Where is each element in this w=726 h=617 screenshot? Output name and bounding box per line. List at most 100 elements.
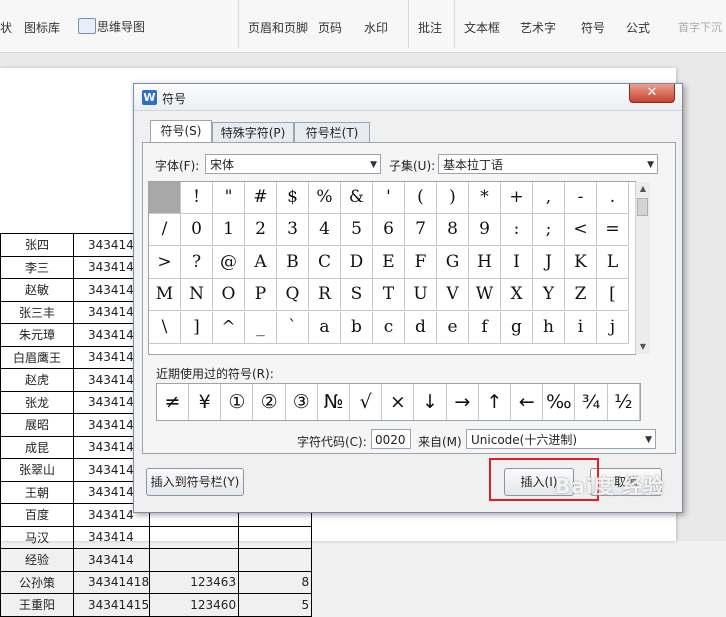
symbol-cell[interactable]: $ (277, 182, 309, 214)
recent-symbol-cell[interactable]: √ (350, 384, 383, 420)
symbol-cell[interactable]: ` (277, 311, 309, 344)
symbol-cell[interactable]: ? (181, 246, 213, 279)
subset-select[interactable]: 基本拉丁语 ▼ (438, 154, 658, 174)
symbol-cell[interactable]: 8 (437, 214, 469, 247)
row-name-cell[interactable]: 张翠山 (0, 458, 74, 482)
row-qty-cell[interactable] (238, 525, 313, 549)
row-name-cell[interactable]: 白眉鹰王 (0, 345, 74, 369)
dialog-titlebar[interactable]: W 符号 ✕ (134, 84, 682, 111)
recent-symbol-cell[interactable]: × (382, 384, 415, 420)
symbol-cell[interactable]: 2 (245, 214, 277, 247)
row-qty-cell[interactable]: 5 (238, 593, 313, 617)
symbol-cell[interactable]: U (405, 279, 437, 312)
scroll-down-arrow-icon[interactable]: ▼ (636, 340, 650, 354)
row-name-cell[interactable]: 公孙策 (0, 570, 74, 594)
symbol-cell[interactable]: R (309, 279, 341, 312)
symbol-cell[interactable]: E (373, 246, 405, 279)
symbol-cell[interactable]: 9 (469, 214, 501, 247)
symbol-cell[interactable]: " (213, 182, 245, 214)
symbol-cell[interactable]: , (533, 182, 565, 214)
symbol-cell[interactable]: h (533, 311, 565, 344)
symbol-cell[interactable]: b (341, 311, 373, 344)
symbol-cell[interactable]: C (309, 246, 341, 279)
ribbon-item-symbol[interactable]: 符号 (581, 19, 605, 36)
ribbon-item-mindmap[interactable]: 思维导图 (97, 18, 145, 35)
symbol-cell[interactable]: T (373, 279, 405, 312)
symbol-cell[interactable]: 0 (181, 214, 213, 247)
row-name-cell[interactable]: 张四 (0, 233, 74, 257)
symbol-cell[interactable]: \ (149, 311, 181, 344)
tab-special-characters[interactable]: 特殊字符(P) (212, 122, 294, 143)
row-number-cell[interactable] (149, 548, 240, 572)
symbol-grid-scrollbar[interactable]: ▲ ▼ (635, 182, 650, 354)
symbol-cell[interactable]: X (501, 279, 533, 312)
symbol-cell[interactable]: ! (181, 182, 213, 214)
row-number-cell[interactable] (149, 525, 240, 549)
symbol-cell[interactable]: 6 (373, 214, 405, 247)
ribbon-item-header-footer[interactable]: 页眉和页脚 (248, 19, 308, 36)
row-name-cell[interactable]: 百度 (0, 503, 74, 527)
symbol-cell[interactable]: P (245, 279, 277, 312)
recent-symbol-cell[interactable]: → (447, 384, 479, 420)
symbol-cell[interactable]: 5 (341, 214, 373, 247)
ribbon-item-formula[interactable]: 公式 (626, 19, 650, 36)
insert-to-symbol-bar-button[interactable]: 插入到符号栏(Y) (146, 468, 244, 496)
symbol-cell[interactable]: & (341, 182, 373, 214)
row-code-cell[interactable]: 34341415 (72, 593, 151, 617)
symbol-cell[interactable]: ( (405, 182, 437, 214)
row-name-cell[interactable]: 李三 (0, 255, 74, 279)
symbol-cell[interactable]: . (597, 182, 629, 214)
symbol-cell[interactable]: [ (597, 279, 629, 312)
symbol-cell[interactable]: / (149, 214, 181, 247)
font-select[interactable]: 宋体 ▼ (205, 154, 381, 174)
row-code-cell[interactable]: 343414 (72, 525, 151, 549)
symbol-cell[interactable]: i (565, 311, 597, 344)
symbol-cell[interactable]: % (309, 182, 341, 214)
symbol-cell[interactable]: 3 (277, 214, 309, 247)
symbol-cell[interactable]: L (597, 246, 629, 279)
symbol-cell[interactable]: D (341, 246, 373, 279)
row-code-cell[interactable]: 343414 (72, 548, 151, 572)
row-name-cell[interactable]: 朱元璋 (0, 323, 74, 347)
symbol-cell[interactable]: S (341, 279, 373, 312)
charcode-input[interactable]: 0020 (371, 429, 411, 449)
tab-symbol-bar[interactable]: 符号栏(T) (294, 122, 370, 143)
symbol-cell[interactable]: A (245, 246, 277, 279)
symbol-cell[interactable]: c (373, 311, 405, 344)
ribbon-item-textbox[interactable]: 文本框 (464, 19, 500, 36)
symbol-cell[interactable]: # (245, 182, 277, 214)
symbol-cell[interactable]: g (501, 311, 533, 344)
recent-symbol-cell[interactable]: ½ (608, 384, 640, 420)
symbol-cell[interactable]: < (565, 214, 597, 247)
close-button[interactable]: ✕ (629, 84, 675, 103)
row-name-cell[interactable]: 展昭 (0, 413, 74, 437)
row-number-cell[interactable]: 123463 (149, 570, 240, 594)
row-name-cell[interactable]: 王重阳 (0, 593, 74, 617)
symbol-cell[interactable]: ; (533, 214, 565, 247)
ribbon-item-watermark[interactable]: 水印 (364, 19, 388, 36)
symbol-cell[interactable]: J (533, 246, 565, 279)
symbol-cell[interactable]: B (277, 246, 309, 279)
symbol-cell[interactable]: ) (437, 182, 469, 214)
symbol-cell[interactable]: 7 (405, 214, 437, 247)
row-name-cell[interactable]: 赵虎 (0, 368, 74, 392)
symbol-cell[interactable]: _ (245, 311, 277, 344)
symbol-cell[interactable]: d (405, 311, 437, 344)
recent-symbol-cell[interactable]: ← (511, 384, 544, 420)
row-name-cell[interactable]: 王朝 (0, 480, 74, 504)
symbol-cell[interactable]: = (597, 214, 629, 247)
tab-symbol[interactable]: 符号(S) (150, 120, 212, 144)
symbol-cell[interactable]: I (501, 246, 533, 279)
symbol-cell[interactable]: H (469, 246, 501, 279)
symbol-cell[interactable]: - (565, 182, 597, 214)
symbol-cell[interactable]: ^ (213, 311, 245, 344)
ribbon-item-page-number[interactable]: 页码 (318, 19, 342, 36)
row-name-cell[interactable]: 成昆 (0, 435, 74, 459)
symbol-cell[interactable]: : (501, 214, 533, 247)
ribbon-item-drop-cap[interactable]: 首字下沉 (678, 19, 722, 35)
symbol-cell[interactable]: e (437, 311, 469, 344)
recent-symbol-cell[interactable]: ① (221, 384, 254, 420)
symbol-cell[interactable]: Q (277, 279, 309, 312)
row-number-cell[interactable]: 123460 (149, 593, 240, 617)
ribbon-item-comment[interactable]: 批注 (418, 19, 442, 36)
